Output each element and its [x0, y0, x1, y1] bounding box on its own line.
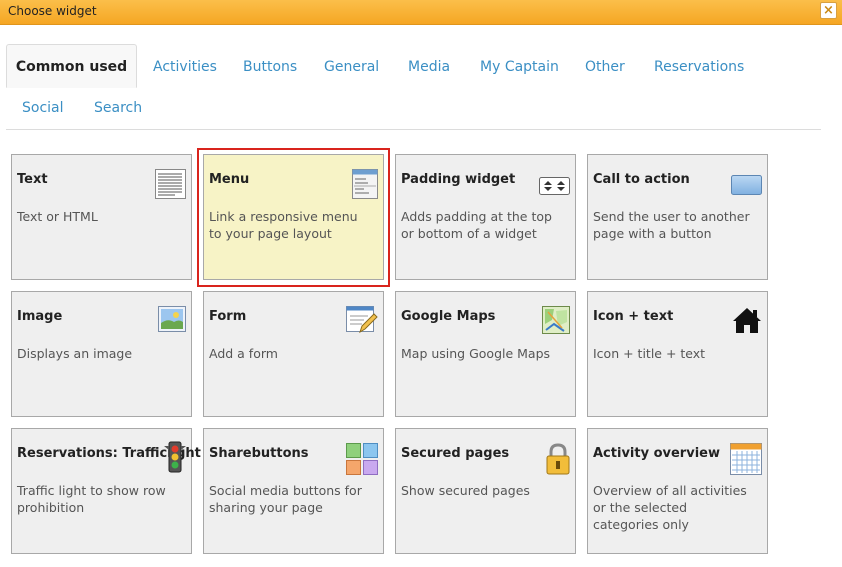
tab-general[interactable]: General	[324, 59, 379, 75]
tab-reservations[interactable]: Reservations	[654, 59, 744, 75]
widget-title: Google Maps	[401, 309, 496, 324]
widget-description: Send the user to another page with a but…	[593, 209, 750, 241]
widget-title: Image	[17, 309, 63, 324]
widget-description: Map using Google Maps	[401, 346, 551, 361]
widget-description: Social media buttons for sharing your pa…	[209, 483, 362, 515]
calendar-icon	[730, 443, 762, 475]
widget-description: Traffic light to show row prohibition	[17, 483, 166, 515]
widget-title: Form	[209, 309, 247, 324]
widget-title: Sharebuttons	[209, 446, 309, 461]
widget-category-tabs: Common used Activities Buttons General M…	[6, 44, 821, 130]
close-icon[interactable]: ×	[820, 2, 837, 19]
widget-title: Secured pages	[401, 446, 510, 461]
tab-buttons[interactable]: Buttons	[243, 59, 297, 75]
widget-description: Text or HTML	[17, 209, 98, 224]
padlock-icon	[546, 443, 570, 475]
widget-title: Padding widget	[401, 172, 516, 187]
widget-description: Link a responsive menu to your page layo…	[209, 209, 358, 241]
widget-title: Icon + text	[593, 309, 674, 324]
tab-media[interactable]: Media	[408, 59, 450, 75]
widget-title: Activity overview	[593, 446, 720, 461]
tab-other[interactable]: Other	[585, 59, 625, 75]
traffic-light-icon	[164, 441, 186, 473]
widget-card-reservations-trafficlight[interactable]: Reservations: Trafficlight Traffic light…	[11, 428, 201, 554]
widget-description: Displays an image	[17, 346, 133, 361]
tab-search[interactable]: Search	[94, 100, 142, 116]
widget-card-menu[interactable]: Menu Link a responsive menu to your page…	[203, 154, 384, 280]
widget-title: Call to action	[593, 172, 690, 187]
tab-my-captain[interactable]: My Captain	[480, 59, 559, 75]
widget-description: Adds padding at the top or bottom of a w…	[401, 209, 552, 241]
home-icon	[733, 308, 761, 333]
menu-window-icon	[352, 169, 378, 199]
widget-card-icon-text[interactable]: Icon + text Icon + title + text	[587, 291, 768, 417]
widget-card-padding[interactable]: Padding widget Adds padding at the top o…	[395, 154, 576, 280]
tab-activities[interactable]: Activities	[153, 59, 217, 75]
widget-title: Text	[17, 172, 48, 187]
share-grid-icon	[346, 443, 378, 475]
widget-card-text[interactable]: Text Text or HTML	[11, 154, 192, 280]
widget-title: Menu	[209, 172, 250, 187]
text-document-icon	[155, 169, 186, 199]
dialog-title: Choose widget	[8, 4, 97, 18]
tab-social[interactable]: Social	[22, 100, 64, 116]
widget-description: Show secured pages	[401, 483, 530, 498]
widget-card-form[interactable]: Form Add a form	[203, 291, 384, 417]
button-icon	[731, 175, 762, 195]
widget-card-sharebuttons[interactable]: Sharebuttons Social media buttons for sh…	[203, 428, 384, 554]
widget-card-call-to-action[interactable]: Call to action Send the user to another …	[587, 154, 768, 280]
landscape-image-icon	[158, 306, 186, 332]
dialog-titlebar: Choose widget ×	[0, 0, 842, 25]
widget-description: Overview of all activities or the select…	[593, 483, 747, 532]
map-icon	[542, 306, 570, 334]
widget-card-activity-overview[interactable]: Activity overview Overview of all activi…	[587, 428, 768, 554]
widget-description: Icon + title + text	[593, 346, 706, 361]
padding-arrows-icon	[539, 177, 570, 195]
widget-card-google-maps[interactable]: Google Maps Map using Google Maps	[395, 291, 576, 417]
widget-card-secured-pages[interactable]: Secured pages Show secured pages	[395, 428, 576, 554]
widget-card-image[interactable]: Image Displays an image	[11, 291, 192, 417]
form-pencil-icon	[346, 306, 378, 334]
widget-description: Add a form	[209, 346, 278, 361]
tab-common-used[interactable]: Common used	[6, 44, 137, 88]
